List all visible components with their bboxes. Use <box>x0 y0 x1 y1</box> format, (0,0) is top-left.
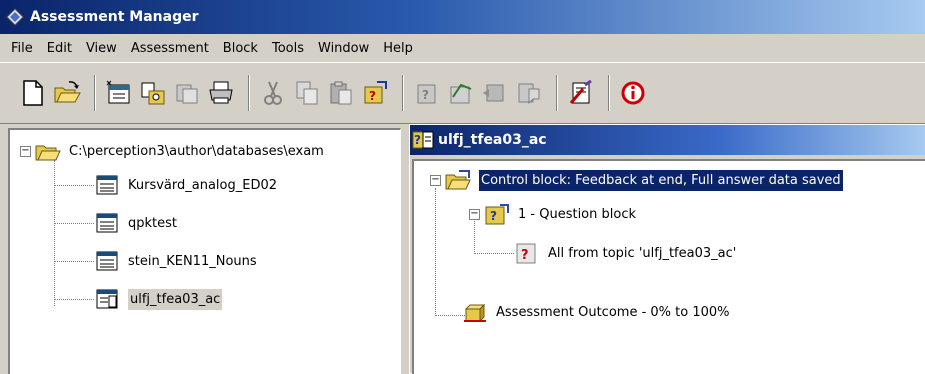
tree-connector <box>435 188 436 316</box>
svg-text:?: ? <box>521 248 529 263</box>
assessment-child-window: ? ulfj_tfea03_ac − Control block: Feedba… <box>409 124 925 374</box>
menu-file[interactable]: File <box>4 41 40 56</box>
schedule-button[interactable] <box>446 78 476 108</box>
control-block-label: Control block: Feedback at end, Full ans… <box>478 168 844 192</box>
new-assessment-icon <box>106 80 130 104</box>
menu-assessment[interactable]: Assessment <box>124 41 216 56</box>
question-block-icon: ? <box>485 204 509 225</box>
svg-text:?: ? <box>414 133 421 147</box>
question-block-label: 1 - Question block <box>518 206 636 222</box>
toolbar-separator <box>556 75 558 111</box>
new-assessment-button[interactable] <box>104 78 134 108</box>
add-question-icon: ? <box>364 81 387 104</box>
new-icon <box>23 80 43 106</box>
add-question-button[interactable]: ? <box>360 78 390 108</box>
print-icon <box>209 81 233 104</box>
publish-icon <box>483 84 504 102</box>
tree-connector <box>54 160 55 306</box>
collapse-toggle[interactable]: − <box>430 174 441 186</box>
tree-item-assessment-selected[interactable]: ulfj_tfea03_ac <box>94 286 223 312</box>
tree-connector <box>54 299 94 300</box>
new-button[interactable] <box>18 78 48 108</box>
svg-text:?: ? <box>422 88 429 102</box>
copy-icon <box>296 81 318 105</box>
preview-icon <box>176 84 198 104</box>
edit-question-icon: ? <box>417 84 436 104</box>
wizard-icon <box>569 79 592 104</box>
tree-connector <box>54 223 94 224</box>
assessment-structure-tree[interactable]: − Control block: Feedback at end, Full a… <box>412 159 925 374</box>
toolbar: ? ? <box>0 62 925 124</box>
open-icon <box>54 81 81 103</box>
cut-icon <box>264 81 282 105</box>
tree-item-assessment[interactable]: Kursvärd_analog_ED02 <box>94 172 277 198</box>
copy-button[interactable] <box>292 78 322 108</box>
tree-assessment-outcome[interactable]: Assessment Outcome - 0% to 100% <box>462 299 730 325</box>
report-button[interactable] <box>514 78 544 108</box>
assessment-icon <box>96 251 118 271</box>
tree-item-assessment[interactable]: stein_KEN11_Nouns <box>94 248 257 274</box>
child-window-title-bar[interactable]: ? ulfj_tfea03_ac <box>410 125 925 155</box>
tree-root[interactable]: − C:\perception3\author\databases\exam <box>20 138 324 164</box>
control-block-icon <box>445 170 471 190</box>
tree-topic-selection[interactable]: ? All from topic 'ulfj_tfea03_ac' <box>514 240 736 266</box>
properties-button[interactable] <box>138 78 168 108</box>
menu-bar: File Edit View Assessment Block Tools Wi… <box>0 34 925 62</box>
schedule-icon <box>450 83 472 104</box>
menu-window[interactable]: Window <box>311 41 376 56</box>
cut-button[interactable] <box>258 78 288 108</box>
collapse-toggle[interactable]: − <box>20 145 31 157</box>
toolbar-separator <box>94 75 96 111</box>
app-logo-icon <box>6 8 24 26</box>
assessment-question-icon: ? <box>412 131 434 149</box>
tree-question-block[interactable]: − ? 1 - Question block <box>469 201 636 227</box>
toolbar-separator <box>608 75 610 111</box>
edit-question-button[interactable]: ? <box>412 78 442 108</box>
menu-tools[interactable]: Tools <box>265 41 311 56</box>
assessment-icon <box>96 213 118 233</box>
wizard-button[interactable] <box>566 78 596 108</box>
preview-button[interactable] <box>172 78 202 108</box>
menu-block[interactable]: Block <box>216 41 265 56</box>
tree-connector <box>54 185 94 186</box>
collapse-toggle[interactable]: − <box>469 208 480 220</box>
paste-button[interactable] <box>326 78 356 108</box>
properties-icon <box>141 82 165 105</box>
tree-item-label: stein_KEN11_Nouns <box>128 253 257 269</box>
menu-help[interactable]: Help <box>376 41 420 56</box>
info-button[interactable] <box>618 78 648 108</box>
outcome-label: Assessment Outcome - 0% to 100% <box>496 304 730 320</box>
database-tree-pane[interactable]: − C:\perception3\author\databases\exam K… <box>8 128 401 374</box>
topic-label: All from topic 'ulfj_tfea03_ac' <box>548 245 737 261</box>
info-icon <box>621 81 645 105</box>
svg-text:?: ? <box>369 89 376 103</box>
tree-control-block[interactable]: − Control block: Feedback at end, Full a… <box>430 167 844 193</box>
assessment-icon <box>96 175 118 195</box>
pane-splitter[interactable] <box>401 124 409 374</box>
app-title-bar[interactable]: Assessment Manager <box>0 0 925 34</box>
toolbar-separator <box>402 75 404 111</box>
open-folder-icon <box>35 145 61 161</box>
report-icon <box>518 83 540 105</box>
publish-button[interactable] <box>480 78 510 108</box>
outcome-icon <box>464 303 486 323</box>
tree-connector <box>54 261 94 262</box>
toolbar-separator <box>248 75 250 111</box>
database-path: C:\perception3\author\databases\exam <box>69 143 324 159</box>
child-window-title: ulfj_tfea03_ac <box>438 132 547 148</box>
app-title: Assessment Manager <box>30 9 199 25</box>
svg-text:?: ? <box>490 209 497 223</box>
menu-edit[interactable]: Edit <box>40 41 79 56</box>
tree-connector <box>474 253 514 254</box>
menu-view[interactable]: View <box>79 41 124 56</box>
topic-question-icon: ? <box>516 243 536 264</box>
paste-icon <box>330 81 352 105</box>
print-button[interactable] <box>206 78 236 108</box>
tree-item-label: ulfj_tfea03_ac <box>128 288 223 310</box>
assessment-open-icon <box>96 289 118 309</box>
open-button[interactable] <box>52 78 82 108</box>
tree-item-assessment[interactable]: qpktest <box>94 210 177 236</box>
tree-item-label: Kursvärd_analog_ED02 <box>128 177 278 193</box>
tree-item-label: qpktest <box>128 215 177 231</box>
